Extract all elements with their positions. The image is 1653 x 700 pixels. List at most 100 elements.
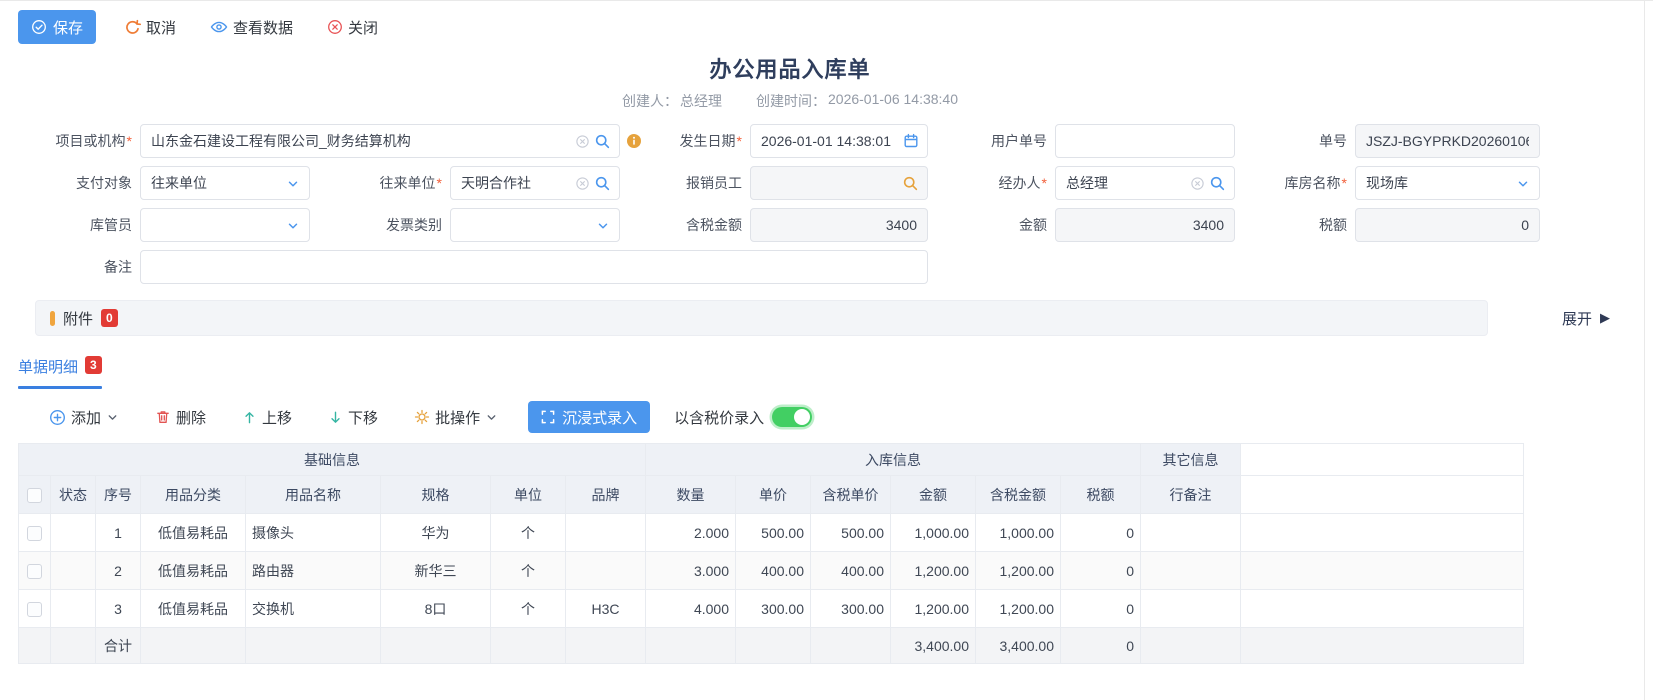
close-label: 关闭 [348,17,378,38]
creator-label: 创建人： [622,91,678,111]
scrollbar-track[interactable] [1644,1,1645,700]
cell-name[interactable]: 摄像头 [246,514,381,552]
search-icon[interactable] [902,175,919,192]
cell-brand[interactable]: H3C [566,590,646,628]
doc-no-label: 单号 [1319,133,1347,149]
batch-operation-button[interactable]: 批操作 [408,406,504,429]
cell-name[interactable]: 路由器 [246,552,381,590]
invoice-type-label: 发票类别 [386,217,442,233]
add-button[interactable]: 添加 [43,406,125,429]
delete-label: 删除 [176,407,206,428]
cell-row-remark[interactable] [1141,590,1241,628]
warehouse-name-select[interactable]: 现场库 [1355,166,1540,200]
cell-row-remark[interactable] [1141,514,1241,552]
search-icon[interactable] [1209,175,1226,192]
table-row[interactable]: 3 低值易耗品 交换机 8口 个 H3C 4.000 300.00 300.00… [19,590,1524,628]
trash-icon [155,409,171,425]
cell-brand[interactable] [566,514,646,552]
warehouse-keeper-select[interactable] [140,208,310,242]
gear-icon [414,409,430,425]
bookmark-icon [50,311,55,326]
cell-tax-price[interactable]: 400.00 [811,552,891,590]
handler-label: 经办人 [999,175,1041,191]
row-checkbox[interactable] [27,564,42,579]
cell-unit[interactable]: 个 [491,514,566,552]
chevron-down-icon [286,219,300,233]
cell-qty[interactable]: 2.000 [646,514,736,552]
tab-detail-label: 单据明细 [18,356,78,377]
cell-qty[interactable]: 4.000 [646,590,736,628]
immersive-entry-button[interactable]: 沉浸式录入 [528,401,650,433]
row-checkbox[interactable] [27,526,42,541]
move-down-button[interactable]: 下移 [322,406,384,429]
attachment-bar[interactable]: 附件 0 [35,300,1488,336]
search-icon[interactable] [594,133,611,150]
col-tax-amount: 含税金额 [976,476,1061,514]
view-data-button[interactable]: 查看数据 [204,16,299,39]
move-up-button[interactable]: 上移 [236,406,298,429]
delete-button[interactable]: 删除 [149,406,212,429]
user-doc-no-input[interactable] [1066,133,1224,149]
info-icon[interactable] [626,133,642,149]
select-all-checkbox[interactable] [27,488,42,503]
occur-date-input[interactable] [761,133,897,149]
cell-tax-amount: 1,000.00 [976,514,1061,552]
pay-target-select[interactable]: 往来单位 [140,166,310,200]
col-status: 状态 [51,476,96,514]
cell-amount: 1,200.00 [891,590,976,628]
counterparty-input[interactable] [461,175,567,191]
cell-seq: 3 [96,590,141,628]
created-time-value: 2026-01-06 14:38:40 [828,91,958,111]
cell-category[interactable]: 低值易耗品 [141,552,246,590]
clear-icon[interactable] [575,134,590,149]
search-icon[interactable] [594,175,611,192]
cell-unit[interactable]: 个 [491,590,566,628]
cell-category[interactable]: 低值易耗品 [141,514,246,552]
cell-tax: 0 [1061,552,1141,590]
project-org-input[interactable] [151,133,567,149]
invoice-type-select[interactable] [450,208,620,242]
cell-tax-price[interactable]: 300.00 [811,590,891,628]
project-org-label: 项目或机构 [56,133,126,149]
table-row[interactable]: 1 低值易耗品 摄像头 华为 个 2.000 500.00 500.00 1,0… [19,514,1524,552]
cell-name[interactable]: 交换机 [246,590,381,628]
tab-detail[interactable]: 单据明细 3 [18,356,102,386]
cell-price[interactable]: 400.00 [736,552,811,590]
handler-field[interactable] [1055,166,1235,200]
remark-input[interactable] [151,259,917,275]
cell-qty[interactable]: 3.000 [646,552,736,590]
page-title: 办公用品入库单 [0,52,1580,84]
handler-input[interactable] [1066,175,1182,191]
clear-icon[interactable] [575,176,590,191]
col-tax: 税额 [1061,476,1141,514]
expand-button[interactable]: 展开 ▶ [1562,308,1610,329]
cell-spec[interactable]: 新华三 [381,552,491,590]
close-button[interactable]: 关闭 [321,16,384,39]
total-label: 合计 [96,628,141,664]
cell-spec[interactable]: 华为 [381,514,491,552]
save-button[interactable]: 保存 [18,10,96,44]
cancel-button[interactable]: 取消 [118,16,182,39]
user-doc-no-field[interactable] [1055,124,1235,158]
cell-row-remark[interactable] [1141,552,1241,590]
cell-spec[interactable]: 8口 [381,590,491,628]
clear-icon[interactable] [1190,176,1205,191]
tax-amount-value: 0 [1521,217,1529,233]
calendar-icon[interactable] [903,133,919,149]
cell-status [51,552,96,590]
cell-unit[interactable]: 个 [491,552,566,590]
chevron-down-icon [485,411,498,424]
cell-category[interactable]: 低值易耗品 [141,590,246,628]
tax-included-toggle[interactable] [772,407,812,427]
counterparty-field[interactable] [450,166,620,200]
cell-price[interactable]: 500.00 [736,514,811,552]
cell-price[interactable]: 300.00 [736,590,811,628]
cell-tax-price[interactable]: 500.00 [811,514,891,552]
table-row[interactable]: 2 低值易耗品 路由器 新华三 个 3.000 400.00 400.00 1,… [19,552,1524,590]
remark-field[interactable] [140,250,928,284]
cell-brand[interactable] [566,552,646,590]
occur-date-field[interactable] [750,124,928,158]
attachment-count-badge: 0 [101,309,118,327]
row-checkbox[interactable] [27,602,42,617]
project-org-field[interactable] [140,124,620,158]
